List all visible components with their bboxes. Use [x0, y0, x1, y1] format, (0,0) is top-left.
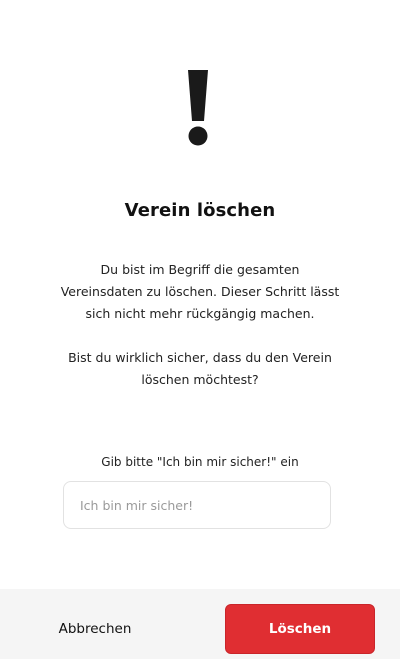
- delete-club-dialog: Verein löschen Du bist im Begriff die ge…: [0, 0, 400, 659]
- confirm-label: Gib bitte "Ich bin mir sicher!" ein: [101, 455, 299, 469]
- cancel-button[interactable]: Abbrechen: [40, 604, 150, 654]
- exclamation-icon: [188, 70, 208, 146]
- confirm-input[interactable]: [63, 481, 331, 529]
- dialog-message: Du bist im Begriff die gesamten Vereinsd…: [60, 259, 340, 391]
- dialog-title: Verein löschen: [124, 200, 276, 221]
- message-paragraph-question: Bist du wirklich sicher, dass du den Ver…: [68, 350, 332, 387]
- message-paragraph-warning: Du bist im Begriff die gesamten Vereinsd…: [60, 262, 340, 321]
- dialog-footer: Abbrechen Löschen: [0, 589, 400, 659]
- delete-button[interactable]: Löschen: [225, 604, 375, 654]
